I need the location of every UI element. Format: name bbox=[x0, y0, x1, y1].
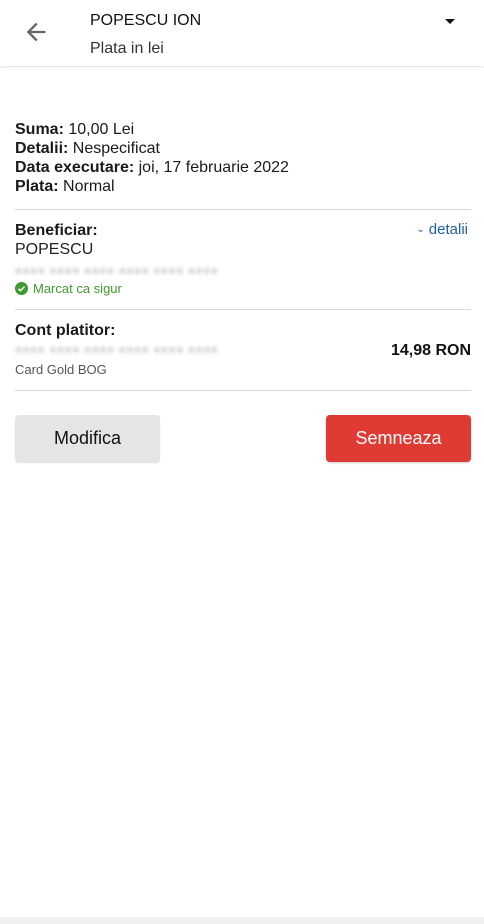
marked-safe-label: Marcat ca sigur bbox=[33, 281, 122, 296]
execution-date-label: Data executare: bbox=[15, 159, 135, 176]
details-row: Detalii: Nespecificat bbox=[15, 139, 289, 158]
details-link[interactable]: ⌄ detalii bbox=[416, 221, 468, 238]
arrow-left-icon[interactable] bbox=[22, 18, 50, 46]
marked-safe-badge: Marcat ca sigur bbox=[15, 281, 122, 296]
app-header: POPESCU ION Plata in lei bbox=[0, 0, 484, 66]
details-label: Detalii: bbox=[15, 140, 69, 157]
details-link-label: detalii bbox=[428, 221, 468, 238]
execution-date-row: Data executare: joi, 17 februarie 2022 bbox=[15, 158, 289, 177]
caret-down-icon[interactable] bbox=[438, 10, 462, 34]
bottom-bar bbox=[0, 917, 484, 924]
beneficiary-iban-redacted: ●●●● ●●●● ●●●● ●●●● ●●●● ●●●● bbox=[15, 265, 219, 275]
modify-button[interactable]: Modifica bbox=[15, 415, 160, 462]
beneficiary-name: POPESCU bbox=[15, 241, 94, 258]
divider bbox=[15, 309, 471, 310]
sign-button[interactable]: Semneaza bbox=[326, 415, 471, 462]
check-circle-icon bbox=[15, 282, 28, 295]
card-name: Card Gold BOG bbox=[15, 362, 107, 377]
execution-date-value: joi, 17 februarie 2022 bbox=[138, 159, 289, 176]
amount-row: Suma: 10,00 Lei bbox=[15, 120, 289, 139]
divider bbox=[15, 390, 471, 391]
beneficiary-label: Beneficiar: bbox=[15, 222, 98, 239]
header-title: POPESCU ION bbox=[90, 12, 202, 29]
header-subtitle: Plata in lei bbox=[90, 40, 164, 57]
payer-iban-redacted: ●●●● ●●●● ●●●● ●●●● ●●●● ●●●● bbox=[15, 344, 219, 354]
payment-type-label: Plata: bbox=[15, 178, 59, 195]
payer-account-label: Cont platitor: bbox=[15, 322, 116, 339]
payment-type-value: Normal bbox=[63, 178, 115, 195]
chevron-down-icon: ⌄ bbox=[416, 224, 425, 235]
amount-label: Suma: bbox=[15, 121, 64, 138]
divider bbox=[15, 209, 471, 210]
amount-value: 10,00 Lei bbox=[68, 121, 135, 138]
payment-summary: Suma: 10,00 Lei Detalii: Nespecificat Da… bbox=[15, 120, 289, 196]
account-balance: 14,98 RON bbox=[390, 342, 471, 359]
details-value: Nespecificat bbox=[72, 140, 160, 157]
payment-type-row: Plata: Normal bbox=[15, 177, 289, 196]
